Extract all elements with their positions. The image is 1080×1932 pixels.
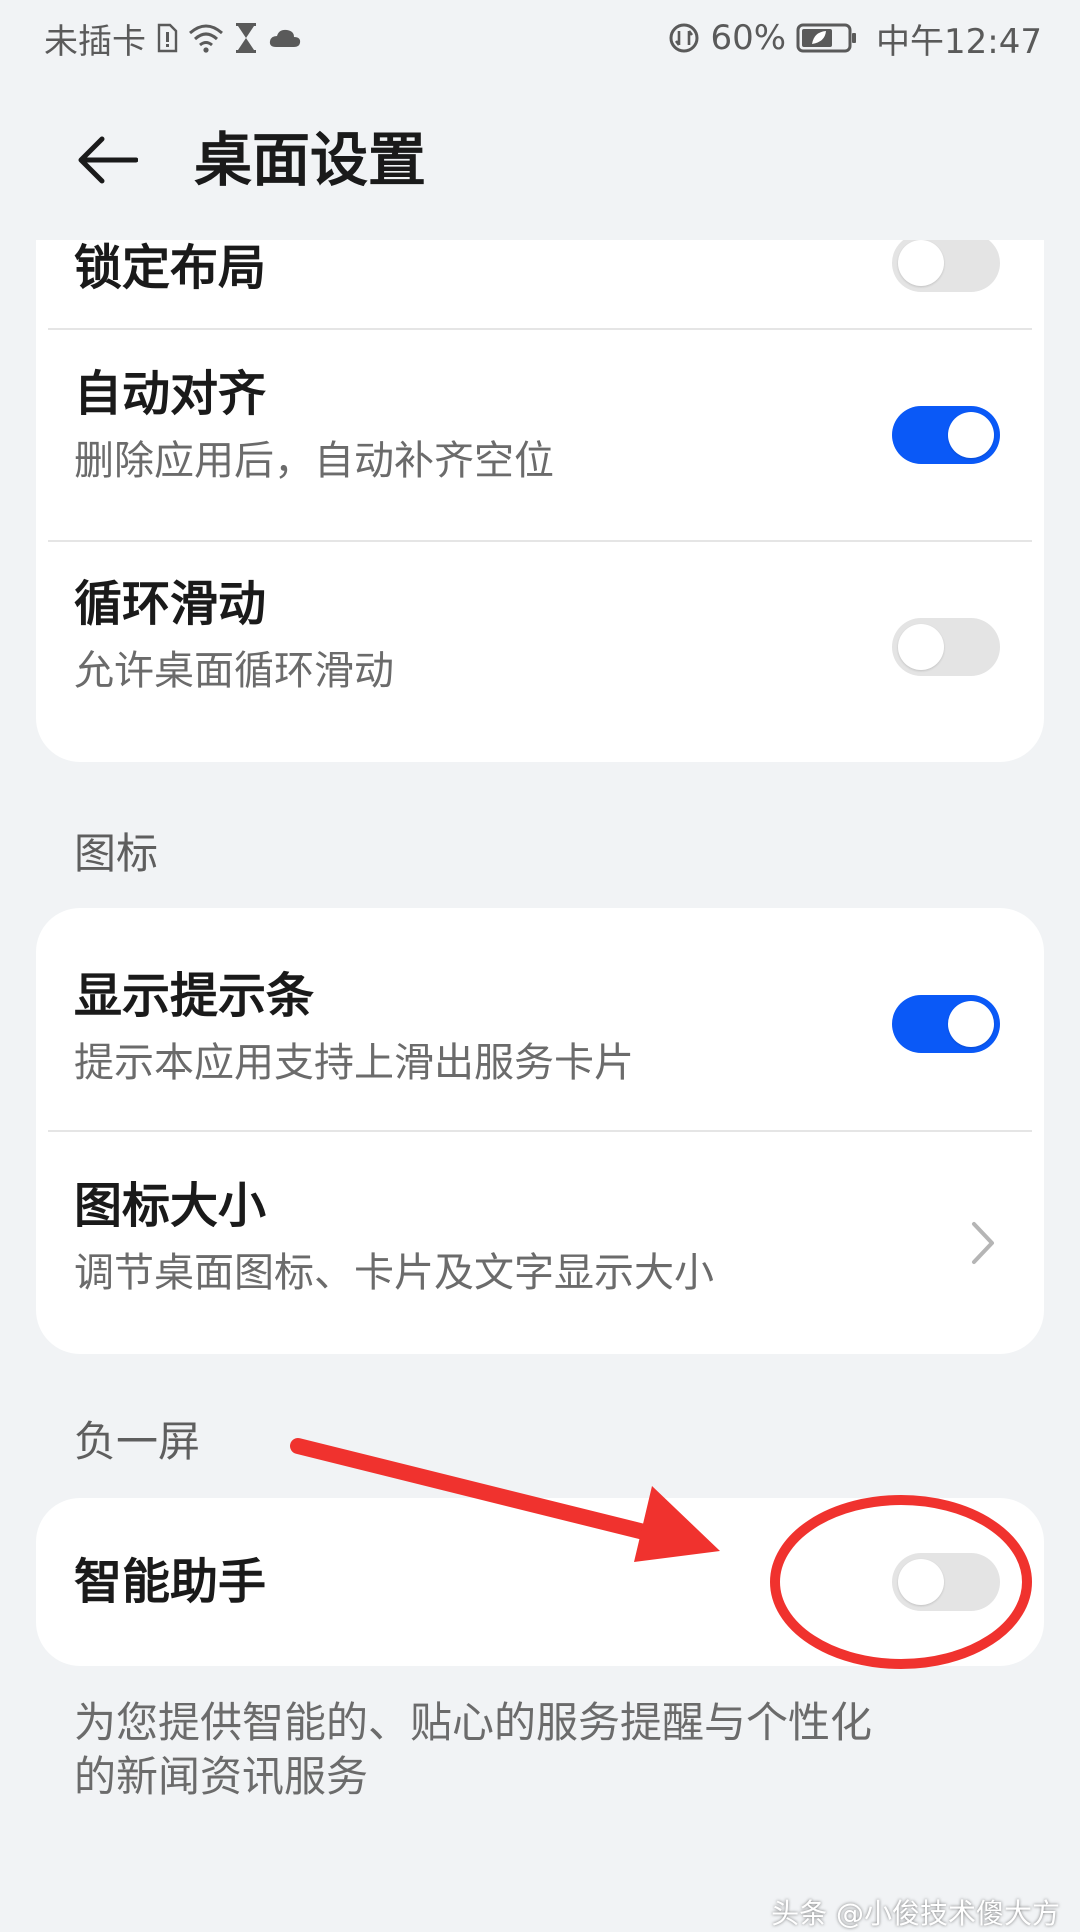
back-arrow-icon [78, 136, 138, 184]
show-hint-bar-toggle[interactable] [892, 995, 1000, 1053]
setting-row-icon-size[interactable]: 图标大小 调节桌面图标、卡片及文字显示大小 [36, 1132, 1044, 1354]
auto-align-toggle[interactable] [892, 406, 1000, 464]
battery-percent: 60% [710, 18, 787, 58]
toggle-knob [948, 1001, 994, 1047]
page-title: 桌面设置 [194, 126, 427, 194]
setting-title: 显示提示条 [74, 968, 315, 1024]
battery-icon [796, 23, 858, 53]
lock-layout-toggle[interactable] [892, 240, 1000, 292]
cloud-icon [268, 27, 302, 49]
setting-row-show-hint-bar[interactable]: 显示提示条 提示本应用支持上滑出服务卡片 [36, 908, 1044, 1130]
chevron-right-icon [972, 1222, 994, 1264]
description-line: 的新闻资讯服务 [74, 1752, 369, 1801]
setting-row-smart-assistant[interactable]: 智能助手 [36, 1498, 1044, 1666]
toggle-knob [898, 240, 944, 286]
loop-scroll-toggle[interactable] [892, 618, 1000, 676]
back-button[interactable] [72, 130, 142, 190]
status-bar-left: 未插卡 [44, 14, 302, 62]
toggle-knob [948, 412, 994, 458]
smart-assistant-toggle[interactable] [892, 1553, 1000, 1611]
setting-title: 锁定布局 [74, 240, 267, 296]
setting-title: 智能助手 [74, 1554, 267, 1610]
setting-subtitle: 调节桌面图标、卡片及文字显示大小 [74, 1250, 714, 1296]
smart-assistant-description: 为您提供智能的、贴心的服务提醒与个性化 的新闻资讯服务 [74, 1696, 1014, 1804]
data-saver-icon [668, 22, 700, 54]
section-label-minus-one-screen: 负一屏 [74, 1417, 201, 1466]
minus-one-screen-card: 智能助手 [36, 1498, 1044, 1666]
watermark: 头条 @小俊技术傻大方 [771, 1897, 1060, 1930]
setting-subtitle: 允许桌面循环滑动 [74, 648, 394, 694]
setting-title: 图标大小 [74, 1178, 267, 1234]
sim-alert-icon [156, 23, 178, 53]
icon-settings-card: 显示提示条 提示本应用支持上滑出服务卡片 图标大小 调节桌面图标、卡片及文字显示… [36, 908, 1044, 1354]
setting-subtitle: 删除应用后，自动补齐空位 [74, 438, 554, 484]
toggle-knob [898, 1559, 944, 1605]
setting-title: 循环滑动 [74, 576, 267, 632]
description-line: 为您提供智能的、贴心的服务提醒与个性化 [74, 1698, 873, 1747]
setting-title: 自动对齐 [74, 366, 267, 422]
clock-time: 中午12:47 [876, 21, 1042, 62]
carrier-label: 未插卡 [44, 21, 146, 62]
toggle-knob [898, 624, 944, 670]
setting-subtitle: 提示本应用支持上滑出服务卡片 [74, 1040, 634, 1086]
setting-row-loop-scroll[interactable]: 循环滑动 允许桌面循环滑动 [36, 542, 1044, 762]
section-label-icons: 图标 [74, 829, 159, 878]
setting-row-lock-layout[interactable]: 锁定布局 [36, 240, 1044, 328]
wifi-icon [188, 23, 224, 53]
status-bar: 未插卡 60% 中午12:47 [0, 0, 1080, 76]
layout-settings-card: 锁定布局 自动对齐 删除应用后，自动补齐空位 循环滑动 允许桌面循环滑动 [36, 240, 1044, 762]
setting-row-auto-align[interactable]: 自动对齐 删除应用后，自动补齐空位 [36, 330, 1044, 540]
status-bar-right: 60% 中午12:47 [668, 14, 1042, 62]
app-header: 桌面设置 [0, 110, 1080, 210]
hourglass-icon [234, 22, 258, 54]
